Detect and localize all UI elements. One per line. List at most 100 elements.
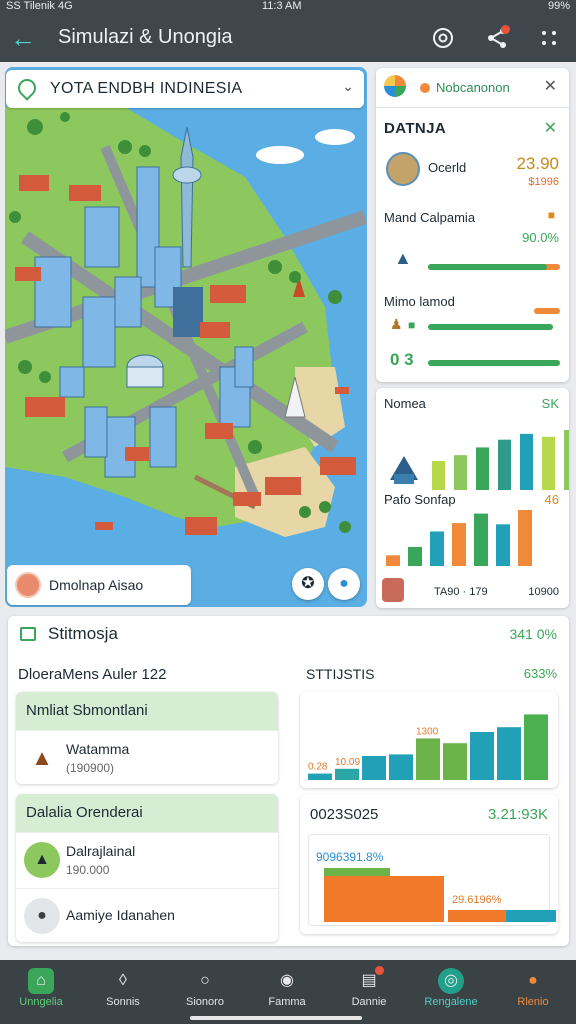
group2-header: Dalalia Orenderai xyxy=(16,794,278,832)
status-bar: SS Tilenik 4G 11:3 AM 99% xyxy=(0,0,576,14)
list-item[interactable]: ● Aamiye Idanahen xyxy=(16,888,278,942)
status-dot-icon xyxy=(420,83,430,93)
nav-label: Dannie xyxy=(351,996,387,1008)
group-card-1[interactable]: Nmliat Sbmontlani ▲ Watamma (190900) xyxy=(16,692,278,784)
location-selector[interactable]: YOTA ENDBH INDINESIA ⌄ xyxy=(6,70,364,108)
close-icon[interactable]: ✕ xyxy=(544,76,557,96)
list-item[interactable]: ▲ Watamma (190900) xyxy=(16,730,278,784)
chart-bar xyxy=(476,447,489,490)
nav-item-ribbon[interactable]: ○ Sionoro xyxy=(164,960,246,1024)
nav-label: Unngelia xyxy=(19,996,63,1008)
temple-icon: ▲ xyxy=(24,842,60,878)
nav-item-explore[interactable]: ◊ Sonnis xyxy=(82,960,164,1024)
person-icon: ● xyxy=(339,575,349,592)
row2-progress-fill xyxy=(428,264,547,270)
chart-footer-left: TA90 · 179 xyxy=(434,586,488,598)
row1-label: Ocerld xyxy=(428,160,467,175)
chevron-down-icon[interactable]: ⌄ xyxy=(342,78,354,95)
row3-progress-fill xyxy=(428,324,554,330)
summary-chart-card[interactable]: 0023S025 3.21:93K 9096391.8% 29.6196% xyxy=(300,794,558,934)
nav-label: Famma xyxy=(268,996,306,1008)
stat-bar xyxy=(335,768,359,780)
chart-bar xyxy=(408,546,422,566)
chart-bar xyxy=(432,460,445,490)
bottom-nav: ⌂ Unngelia ◊ Sonnis ○ Sionoro ◉ Famma ▤ … xyxy=(0,960,576,1024)
stat-bar xyxy=(416,738,440,780)
chart-bar xyxy=(542,436,555,490)
carrier-text: SS Tilenik 4G xyxy=(6,0,73,12)
stat-bar xyxy=(362,756,386,780)
row1-subvalue: $1996 xyxy=(528,176,559,188)
compass-icon: ✪ xyxy=(301,575,315,592)
group1-header: Nmliat Sbmontlani xyxy=(16,692,278,730)
summary-value: 3.21:93K xyxy=(487,806,548,823)
stat-bar xyxy=(443,743,467,780)
stat-bar-label: 1300 xyxy=(416,726,439,737)
stat-bar xyxy=(497,727,521,780)
list-item-name: Aamiye Idanahen xyxy=(66,907,175,923)
chart-bar xyxy=(454,455,467,490)
checkbox-icon[interactable] xyxy=(20,627,36,641)
chart-panel: Nomea SK Pafo Sonfap 46 TA90 · 179 10900 xyxy=(376,388,569,608)
nav-item-target[interactable]: ◎ Rengalene xyxy=(410,960,492,1024)
chart-bar xyxy=(518,510,532,566)
leaf-icon: ■ xyxy=(408,318,416,332)
summary-percent: 9096391.8% xyxy=(316,850,384,864)
stat-bar xyxy=(308,773,332,780)
chart-bar xyxy=(564,430,569,490)
share-icon[interactable] xyxy=(482,23,512,53)
summary-bar-orange xyxy=(324,876,444,922)
clock-text: 11:3 AM xyxy=(262,0,302,12)
bookmark-icon[interactable]: ■ xyxy=(548,208,555,222)
row3-progress-track xyxy=(428,360,560,366)
city-map[interactable] xyxy=(5,67,367,607)
row1-value: 23.90 xyxy=(516,154,559,173)
stat-bar xyxy=(470,732,494,780)
stat-bar xyxy=(389,754,413,780)
stat-bar-label: 0.28 xyxy=(308,762,328,773)
row3-value: 0 3 xyxy=(390,350,414,369)
row3-marker xyxy=(534,308,560,314)
group-card-2[interactable]: Dalalia Orenderai ▲ Dalrajlainal 190.000… xyxy=(16,794,278,942)
avatar xyxy=(15,572,41,598)
simulation-card: Stitmosja 341 0% DloeraMens Auler 122 ST… xyxy=(8,616,569,946)
target-icon: ◎ xyxy=(438,968,464,994)
row3-label: Mimo lamod xyxy=(384,294,455,309)
list-item-sub: 190.000 xyxy=(66,863,110,877)
section-title: DATNJA xyxy=(384,120,447,137)
chart-bar xyxy=(474,513,488,566)
profile-button[interactable]: ● xyxy=(328,568,360,600)
collapse-icon[interactable]: ✕ xyxy=(544,118,557,138)
nav-item-home[interactable]: ⌂ Unngelia xyxy=(0,960,82,1024)
summary-bar-green xyxy=(324,868,390,876)
more-icon[interactable] xyxy=(534,23,564,53)
nav-label: Rlenio xyxy=(517,996,549,1008)
ribbon-icon: ○ xyxy=(200,972,210,989)
home-icon: ⌂ xyxy=(28,968,54,994)
list-item[interactable]: ▲ Dalrajlainal 190.000 xyxy=(16,832,278,888)
back-arrow-icon[interactable]: ← xyxy=(10,23,40,53)
summary-small-label: 29.6196% xyxy=(452,894,502,906)
chart1-svg xyxy=(390,430,569,490)
nav-item-person[interactable]: ● Rlenio xyxy=(492,960,574,1024)
summary-bar-teal xyxy=(506,910,556,922)
nav-item-shield[interactable]: ◉ Famma xyxy=(246,960,328,1024)
explore-icon: ◊ xyxy=(119,972,127,989)
compass-button[interactable]: ✪ xyxy=(292,568,324,600)
chart1-icon xyxy=(390,456,418,484)
chart2-svg xyxy=(386,510,532,566)
chart-bar xyxy=(498,439,511,490)
nav-item-document[interactable]: ▤ Dannie xyxy=(328,960,410,1024)
settings-icon[interactable] xyxy=(428,23,458,53)
summary-bar-small xyxy=(448,910,506,922)
stat-bar xyxy=(524,714,548,780)
stat-chart-card[interactable]: 0.28 10.09 1300 xyxy=(300,692,558,788)
stat-value: 633% xyxy=(523,666,557,681)
landmark-thumbnail xyxy=(386,152,420,186)
map-status-chip[interactable]: Dmolnap Aisao xyxy=(7,565,191,605)
chart-bar xyxy=(430,531,444,566)
panel-header: Nobcanonon ✕ xyxy=(376,68,569,108)
chart-bar xyxy=(452,523,466,566)
stat-label: STTIJSTIS xyxy=(306,666,375,682)
card-title-value: 341 0% xyxy=(509,626,557,642)
